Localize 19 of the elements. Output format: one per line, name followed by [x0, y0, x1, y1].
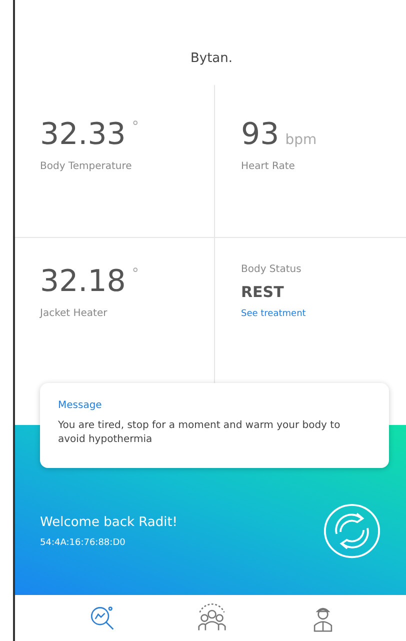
metric-value: 32.33 — [40, 117, 126, 153]
metric-label: Heart Rate — [241, 161, 296, 172]
treatment-link[interactable]: See treatment — [241, 309, 306, 319]
sync-icon[interactable] — [322, 502, 382, 560]
message-title: Message — [58, 400, 103, 411]
metric-value: 32.18 — [40, 264, 126, 300]
message-text: You are tired, stop for a moment and warm your body to avoid hypothermia — [58, 419, 342, 447]
metric-unit: bpm — [285, 131, 317, 150]
app-title: Bytan. — [190, 51, 233, 66]
welcome-text: Welcome back Radit! — [40, 515, 178, 530]
metric-unit: ° — [132, 118, 139, 137]
metric-label: Body Status — [241, 264, 302, 275]
metric-label: Jacket Heater — [40, 308, 108, 319]
metric-unit: ° — [132, 265, 139, 284]
device-id: 54:4A:16:76:88:D0 — [40, 538, 126, 548]
metric-label: Body Temperature — [40, 161, 133, 172]
metric-value: 93 — [241, 117, 280, 153]
people-group-icon[interactable] — [196, 603, 226, 633]
status-value: REST — [241, 283, 285, 301]
